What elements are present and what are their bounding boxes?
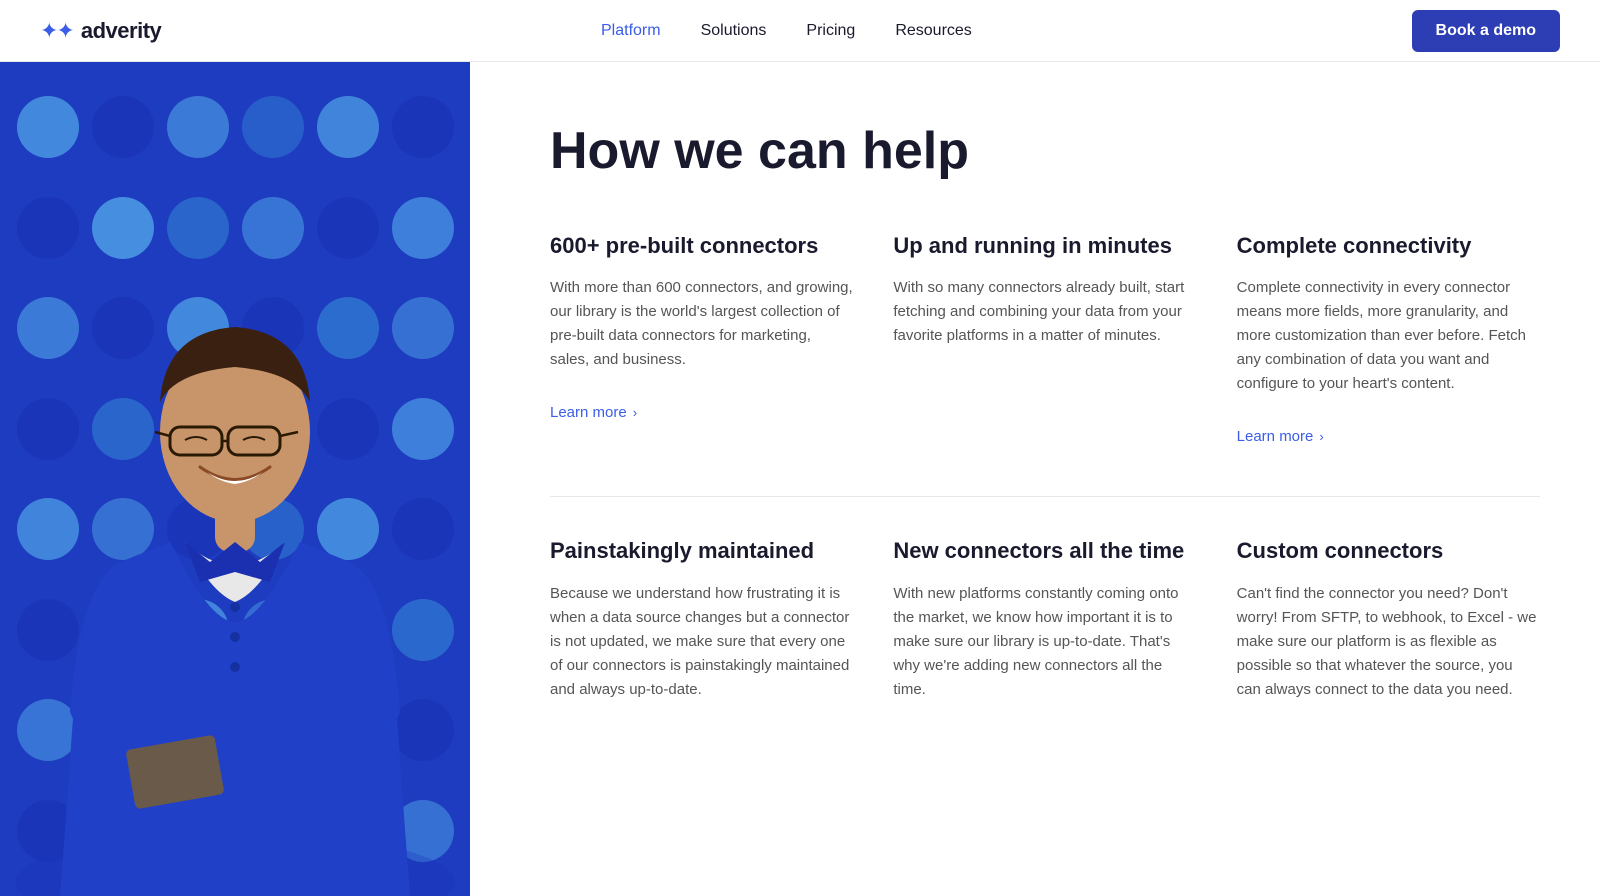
feature-title-connectivity: Complete connectivity (1237, 232, 1540, 261)
feature-title-running: Up and running in minutes (893, 232, 1196, 261)
features-row-2: Painstakingly maintained Because we unde… (550, 537, 1540, 762)
feature-desc-new-connectors: With new platforms constantly coming ont… (893, 582, 1196, 702)
feature-desc-maintained: Because we understand how frustrating it… (550, 582, 853, 702)
feature-card-connectivity: Complete connectivity Complete connectiv… (1237, 232, 1540, 487)
navigation: ✦✦ adverity Platform Solutions Pricing R… (0, 0, 1600, 62)
nav-link-pricing[interactable]: Pricing (806, 22, 855, 39)
nav-item-pricing[interactable]: Pricing (806, 22, 855, 40)
nav-link-platform[interactable]: Platform (601, 22, 661, 39)
hero-panel (0, 62, 470, 896)
feature-card-custom: Custom connectors Can't find the connect… (1237, 537, 1540, 762)
nav-links: Platform Solutions Pricing Resources (601, 22, 972, 40)
feature-card-connectors: 600+ pre-built connectors With more than… (550, 232, 853, 487)
feature-title-new-connectors: New connectors all the time (893, 537, 1196, 566)
chevron-right-icon-2: › (1319, 429, 1323, 444)
nav-item-solutions[interactable]: Solutions (701, 22, 767, 40)
feature-desc-running: With so many connectors already built, s… (893, 276, 1196, 348)
feature-desc-connectivity: Complete connectivity in every connector… (1237, 276, 1540, 396)
feature-desc-connectors: With more than 600 connectors, and growi… (550, 276, 853, 372)
chevron-right-icon: › (633, 405, 637, 420)
feature-title-maintained: Painstakingly maintained (550, 537, 853, 566)
hero-person-image (0, 62, 470, 896)
feature-title-connectors: 600+ pre-built connectors (550, 232, 853, 261)
feature-card-maintained: Painstakingly maintained Because we unde… (550, 537, 853, 762)
logo-icon: ✦✦ (40, 18, 73, 44)
section-title: How we can help (550, 122, 1540, 182)
row-divider (550, 496, 1540, 497)
feature-card-new-connectors: New connectors all the time With new pla… (893, 537, 1196, 762)
feature-desc-custom: Can't find the connector you need? Don't… (1237, 582, 1540, 702)
nav-item-platform[interactable]: Platform (601, 22, 661, 40)
nav-link-resources[interactable]: Resources (895, 22, 971, 39)
nav-link-solutions[interactable]: Solutions (701, 22, 767, 39)
logo[interactable]: ✦✦ adverity (40, 18, 161, 44)
feature-card-running: Up and running in minutes With so many c… (893, 232, 1196, 487)
logo-text: adverity (81, 18, 161, 44)
features-row-1: 600+ pre-built connectors With more than… (550, 232, 1540, 487)
main-layout: How we can help 600+ pre-built connector… (0, 62, 1600, 896)
nav-item-resources[interactable]: Resources (895, 22, 971, 40)
learn-more-link-connectors[interactable]: Learn more › (550, 404, 637, 421)
learn-more-link-connectivity[interactable]: Learn more › (1237, 428, 1324, 445)
book-demo-button[interactable]: Book a demo (1412, 10, 1560, 52)
content-panel: How we can help 600+ pre-built connector… (470, 62, 1600, 896)
feature-title-custom: Custom connectors (1237, 537, 1540, 566)
